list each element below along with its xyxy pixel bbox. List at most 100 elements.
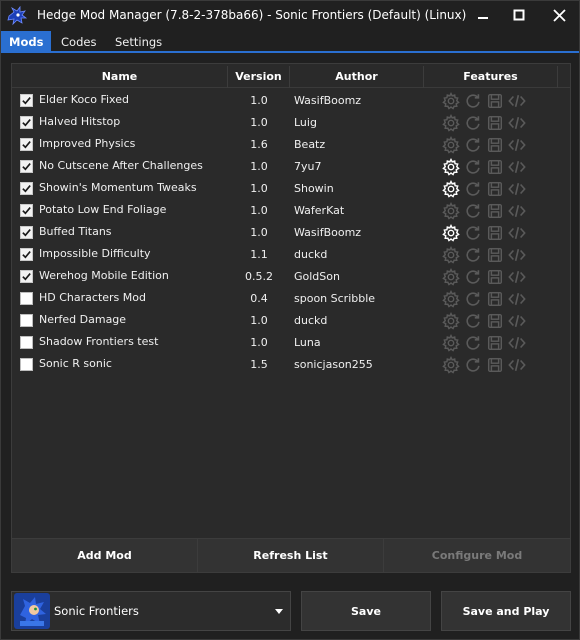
- save-icon[interactable]: [484, 223, 506, 243]
- code-icon[interactable]: [506, 355, 528, 375]
- code-icon[interactable]: [506, 135, 528, 155]
- mod-row[interactable]: Sonic R sonic 1.5 sonicjason255: [12, 354, 570, 376]
- gear-icon[interactable]: [440, 311, 462, 331]
- code-icon[interactable]: [506, 311, 528, 331]
- gear-icon[interactable]: [440, 135, 462, 155]
- gear-icon[interactable]: [440, 91, 462, 111]
- mod-row[interactable]: Shadow Frontiers test 1.0 Luna: [12, 332, 570, 354]
- save-icon[interactable]: [484, 355, 506, 375]
- save-icon[interactable]: [484, 201, 506, 221]
- mod-name: Werehog Mobile Edition: [39, 269, 169, 282]
- mod-row[interactable]: Buffed Titans 1.0 WasifBoomz: [12, 222, 570, 244]
- maximize-button[interactable]: [508, 5, 530, 25]
- save-icon[interactable]: [484, 289, 506, 309]
- mod-enabled-checkbox[interactable]: [20, 182, 33, 195]
- gear-icon[interactable]: [440, 333, 462, 353]
- code-icon[interactable]: [506, 267, 528, 287]
- save-icon[interactable]: [484, 179, 506, 199]
- mod-enabled-checkbox[interactable]: [20, 94, 33, 107]
- code-icon[interactable]: [506, 333, 528, 353]
- mod-enabled-checkbox[interactable]: [20, 160, 33, 173]
- mod-version: 1.0: [250, 314, 268, 327]
- mod-row[interactable]: Elder Koco Fixed 1.0 WasifBoomz: [12, 90, 570, 112]
- gear-icon[interactable]: [440, 179, 462, 199]
- tab-settings[interactable]: Settings: [107, 31, 170, 53]
- refresh-icon[interactable]: [462, 267, 484, 287]
- save-icon[interactable]: [484, 333, 506, 353]
- refresh-icon[interactable]: [462, 179, 484, 199]
- tab-mods[interactable]: Mods: [1, 31, 52, 53]
- mod-row[interactable]: Impossible Difficulty 1.1 duckd: [12, 244, 570, 266]
- mod-row[interactable]: Nerfed Damage 1.0 duckd: [12, 310, 570, 332]
- window-title: Hedge Mod Manager (7.8-2-378ba66) - Soni…: [37, 8, 467, 22]
- mod-row[interactable]: HD Characters Mod 0.4 spoon Scribble: [12, 288, 570, 310]
- refresh-icon[interactable]: [462, 289, 484, 309]
- mod-row[interactable]: Showin's Momentum Tweaks 1.0 Showin: [12, 178, 570, 200]
- mod-author: spoon Scribble: [294, 292, 376, 305]
- mod-enabled-checkbox[interactable]: [20, 336, 33, 349]
- refresh-icon[interactable]: [462, 113, 484, 133]
- mod-enabled-checkbox[interactable]: [20, 270, 33, 283]
- gear-icon[interactable]: [440, 355, 462, 375]
- mod-enabled-checkbox[interactable]: [20, 358, 33, 371]
- code-icon[interactable]: [506, 113, 528, 133]
- gear-icon[interactable]: [440, 223, 462, 243]
- mod-row[interactable]: Werehog Mobile Edition 0.5.2 GoldSon: [12, 266, 570, 288]
- save-icon[interactable]: [484, 135, 506, 155]
- save-icon[interactable]: [484, 311, 506, 331]
- game-select-dropdown[interactable]: Sonic Frontiers: [11, 591, 291, 631]
- refresh-icon[interactable]: [462, 201, 484, 221]
- refresh-icon[interactable]: [462, 333, 484, 353]
- close-button[interactable]: [548, 5, 570, 25]
- mod-enabled-checkbox[interactable]: [20, 226, 33, 239]
- save-button[interactable]: Save: [301, 591, 431, 631]
- save-and-play-button[interactable]: Save and Play: [441, 591, 571, 631]
- refresh-icon[interactable]: [462, 135, 484, 155]
- save-icon[interactable]: [484, 267, 506, 287]
- title-bar[interactable]: Hedge Mod Manager (7.8-2-378ba66) - Soni…: [1, 1, 579, 31]
- refresh-icon[interactable]: [462, 91, 484, 111]
- save-icon[interactable]: [484, 157, 506, 177]
- gear-icon[interactable]: [440, 201, 462, 221]
- save-icon[interactable]: [484, 245, 506, 265]
- code-icon[interactable]: [506, 179, 528, 199]
- mod-row[interactable]: Improved Physics 1.6 Beatz: [12, 134, 570, 156]
- code-icon[interactable]: [506, 91, 528, 111]
- mod-row[interactable]: No Cutscene After Challenges 1.0 7yu7: [12, 156, 570, 178]
- refresh-icon[interactable]: [462, 223, 484, 243]
- save-icon[interactable]: [484, 113, 506, 133]
- code-icon[interactable]: [506, 289, 528, 309]
- code-icon[interactable]: [506, 245, 528, 265]
- gear-icon[interactable]: [440, 289, 462, 309]
- refresh-icon[interactable]: [462, 245, 484, 265]
- tab-codes[interactable]: Codes: [53, 31, 104, 53]
- column-header-features[interactable]: Features: [424, 66, 558, 88]
- gear-icon[interactable]: [440, 157, 462, 177]
- column-header-name[interactable]: Name: [12, 66, 228, 88]
- mod-enabled-checkbox[interactable]: [20, 314, 33, 327]
- code-icon[interactable]: [506, 157, 528, 177]
- mod-name: Showin's Momentum Tweaks: [39, 181, 197, 194]
- mod-row[interactable]: Potato Low End Foliage 1.0 WaferKat: [12, 200, 570, 222]
- add-mod-button[interactable]: Add Mod: [12, 539, 198, 573]
- code-icon[interactable]: [506, 223, 528, 243]
- column-header-version[interactable]: Version: [228, 66, 290, 88]
- mod-enabled-checkbox[interactable]: [20, 248, 33, 261]
- mod-row[interactable]: Halved Hitstop 1.0 Luig: [12, 112, 570, 134]
- save-icon[interactable]: [484, 91, 506, 111]
- refresh-icon[interactable]: [462, 157, 484, 177]
- mod-enabled-checkbox[interactable]: [20, 204, 33, 217]
- configure-mod-button[interactable]: Configure Mod: [384, 539, 570, 573]
- gear-icon[interactable]: [440, 245, 462, 265]
- mod-enabled-checkbox[interactable]: [20, 292, 33, 305]
- minimize-button[interactable]: [472, 5, 494, 25]
- refresh-list-button[interactable]: Refresh List: [198, 539, 384, 573]
- mod-enabled-checkbox[interactable]: [20, 138, 33, 151]
- refresh-icon[interactable]: [462, 311, 484, 331]
- refresh-icon[interactable]: [462, 355, 484, 375]
- column-header-author[interactable]: Author: [290, 66, 424, 88]
- gear-icon[interactable]: [440, 267, 462, 287]
- mod-enabled-checkbox[interactable]: [20, 116, 33, 129]
- gear-icon[interactable]: [440, 113, 462, 133]
- code-icon[interactable]: [506, 201, 528, 221]
